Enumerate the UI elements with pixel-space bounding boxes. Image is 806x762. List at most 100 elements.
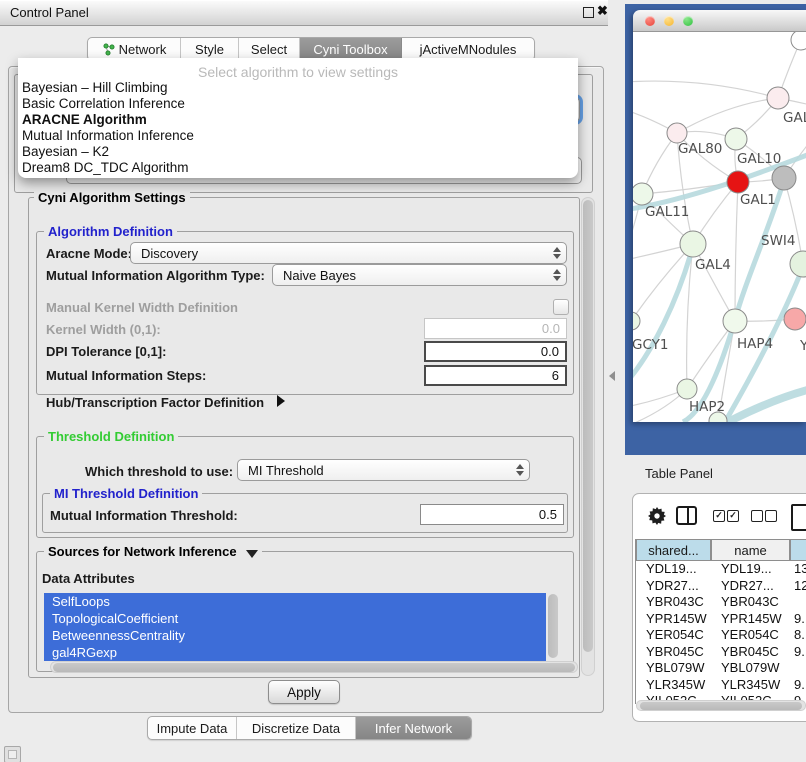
table-row[interactable]: YBR043CYBR043C: [636, 594, 806, 611]
zoom-traffic-light[interactable]: [683, 16, 693, 26]
network-node[interactable]: [772, 166, 796, 190]
dropdown-item[interactable]: Dream8 DC_TDC Algorithm: [22, 160, 189, 175]
minimize-traffic-light[interactable]: [664, 16, 674, 26]
node-label: HAP4: [737, 336, 773, 352]
select-all-checkbox-icon[interactable]: ✓: [713, 510, 725, 522]
table-cell: YBR045C: [711, 644, 790, 661]
dropdown-item[interactable]: Bayesian – K2: [22, 144, 109, 159]
table-cell: 9.: [790, 611, 806, 628]
network-node-hap2[interactable]: [677, 379, 697, 399]
columns-icon[interactable]: [676, 506, 697, 525]
select-all-checkbox-icon[interactable]: ✓: [727, 510, 739, 522]
attribute-list-item[interactable]: BetweennessCentrality: [44, 627, 546, 644]
table-column-header[interactable]: name: [711, 539, 790, 561]
close-icon[interactable]: ✖: [597, 3, 608, 19]
table-row[interactable]: YDR27...YDR27...12: [636, 578, 806, 595]
network-node-y[interactable]: [784, 308, 806, 330]
dropdown-item[interactable]: Bayesian – Hill Climbing: [22, 80, 168, 95]
new-table-icon[interactable]: [791, 504, 806, 531]
apply-button[interactable]: Apply: [268, 680, 340, 704]
settings-vscrollbar-thumb[interactable]: [583, 200, 593, 652]
attribute-list-item[interactable]: SelfLoops: [44, 593, 546, 610]
float-window-icon[interactable]: [583, 7, 594, 18]
node-table[interactable]: shared...nameA YDL19...YDL19...13YDR27..…: [635, 539, 806, 704]
network-node-gal1[interactable]: [727, 171, 749, 193]
table-column-header[interactable]: shared...: [636, 539, 711, 561]
expand-arrow-icon[interactable]: [277, 395, 285, 407]
network-node-gal80[interactable]: [667, 123, 687, 143]
network-node-gal[interactable]: [767, 87, 789, 109]
network-node-gcy1[interactable]: [633, 312, 640, 330]
network-view-window[interactable]: GALGAL80GAL10GAL1GAL11SWI4GAL4GCY1HAP4YH…: [633, 10, 806, 422]
minimized-panel-icon[interactable]: [4, 746, 21, 762]
table-column-header[interactable]: A: [790, 539, 806, 561]
dpi-tolerance-field[interactable]: 0.0: [424, 341, 567, 362]
which-threshold-combo[interactable]: MI Threshold: [237, 459, 530, 481]
table-cell: YBR043C: [711, 594, 790, 611]
tab-style[interactable]: Style: [181, 38, 239, 60]
mi-steps-field[interactable]: 6: [424, 365, 567, 386]
sources-title: Sources for Network Inference: [44, 545, 262, 558]
node-label: GAL80: [678, 141, 722, 157]
tab-impute-data[interactable]: Impute Data: [148, 717, 237, 739]
tab-cyni-toolbox[interactable]: Cyni Toolbox: [300, 38, 402, 60]
manual-kernel-label: Manual Kernel Width Definition: [46, 300, 238, 315]
table-row[interactable]: YDL19...YDL19...13: [636, 561, 806, 578]
tab-network[interactable]: Network: [88, 38, 181, 60]
network-node-gal11[interactable]: [633, 183, 653, 205]
algorithm-definition-title: Algorithm Definition: [44, 225, 177, 238]
deselect-all-checkbox-icon[interactable]: [765, 510, 777, 522]
which-threshold-label: Which threshold to use:: [85, 464, 233, 479]
network-node[interactable]: [791, 32, 806, 50]
close-traffic-light[interactable]: [645, 16, 655, 26]
deselect-all-checkbox-icon[interactable]: [751, 510, 763, 522]
pane-splitter-handle[interactable]: [609, 371, 615, 381]
tab-discretize-data[interactable]: Discretize Data: [237, 717, 356, 739]
tab-infer-network[interactable]: Infer Network: [356, 717, 471, 739]
tab-select[interactable]: Select: [239, 38, 300, 60]
tab-jactivemnodules[interactable]: jActiveMNodules: [402, 38, 534, 60]
table-row[interactable]: YPR145WYPR145W9.: [636, 611, 806, 628]
table-hscrollbar-thumb[interactable]: [640, 702, 802, 710]
node-label: GCY1: [633, 337, 669, 353]
network-node-gal4[interactable]: [680, 231, 706, 257]
mi-threshold-field[interactable]: 0.5: [420, 504, 564, 525]
app-root: Control Panel ✖ Network Style Select Cyn…: [0, 0, 806, 762]
manual-kernel-checkbox[interactable]: [553, 299, 569, 315]
attribute-list-item[interactable]: TopologicalCoefficient: [44, 610, 546, 627]
dropdown-item[interactable]: Mutual Information Inference: [22, 128, 194, 143]
settings-vscrollbar[interactable]: [581, 197, 595, 676]
dropdown-item[interactable]: Basic Correlation Inference: [22, 96, 185, 111]
network-window-titlebar[interactable]: [633, 10, 806, 32]
table-cell: YBL079W: [711, 660, 790, 677]
dropdown-item[interactable]: ARACNE Algorithm: [22, 112, 147, 127]
dropdown-prompt: Select algorithm to view settings: [18, 64, 578, 80]
bottom-tabs: Impute Data Discretize Data Infer Networ…: [147, 716, 472, 740]
mi-type-label: Mutual Information Algorithm Type:: [46, 268, 265, 283]
table-hscrollbar[interactable]: [636, 700, 806, 711]
table-cell: YDR27...: [636, 578, 711, 595]
table-row[interactable]: YER054CYER054C8.: [636, 627, 806, 644]
settings-hscrollbar[interactable]: [50, 661, 578, 673]
table-header: shared...nameA: [636, 539, 806, 561]
settings-hscrollbar-thumb[interactable]: [53, 663, 575, 672]
gear-icon[interactable]: [648, 507, 666, 525]
data-attributes-label: Data Attributes: [42, 571, 135, 586]
kernel-width-field[interactable]: 0.0: [424, 318, 567, 339]
collapse-arrow-icon[interactable]: [246, 550, 258, 558]
table-row[interactable]: YBR045CYBR045C9.: [636, 644, 806, 661]
node-label: Y: [799, 338, 806, 354]
attribute-list-item[interactable]: gal4RGexp: [44, 644, 546, 661]
network-node-swi4[interactable]: [790, 251, 806, 277]
attr-list-scrollbar-thumb[interactable]: [548, 594, 558, 658]
network-canvas[interactable]: GALGAL80GAL10GAL1GAL11SWI4GAL4GCY1HAP4YH…: [633, 32, 806, 422]
table-row[interactable]: YLR345WYLR345W9.: [636, 677, 806, 694]
table-row[interactable]: YBL079WYBL079W: [636, 660, 806, 677]
mi-type-combo[interactable]: Naive Bayes: [272, 264, 567, 286]
table-cell: YDL19...: [636, 561, 711, 578]
table-cell: 8.: [790, 627, 806, 644]
network-node-gal10[interactable]: [725, 128, 747, 150]
network-node-hap4[interactable]: [723, 309, 747, 333]
data-attributes-list[interactable]: SelfLoopsTopologicalCoefficientBetweenne…: [44, 593, 546, 661]
aracne-mode-combo[interactable]: Discovery: [130, 242, 567, 264]
